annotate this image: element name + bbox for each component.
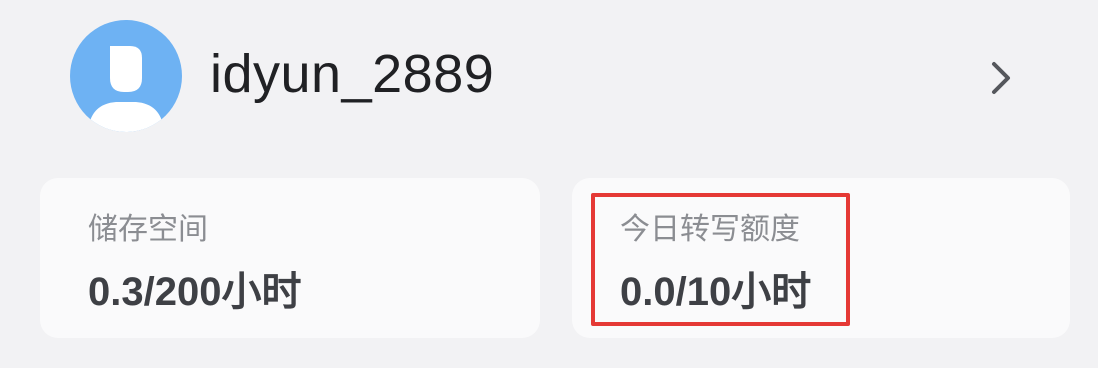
daily-quota-card[interactable]: 今日转写额度 0.0/10小时 [572,178,1070,338]
chevron-right-icon[interactable] [986,58,1018,98]
daily-quota-value: 0.0/10小时 [620,270,812,314]
storage-card[interactable]: 储存空间 0.3/200小时 [40,178,540,338]
user-avatar-icon [88,46,164,132]
profile-row[interactable]: idyun_2889 [0,0,1098,165]
avatar [70,20,182,132]
storage-label: 储存空间 [88,213,208,246]
storage-value: 0.3/200小时 [88,270,302,314]
username: idyun_2889 [210,44,495,104]
daily-quota-label: 今日转写额度 [620,213,800,246]
